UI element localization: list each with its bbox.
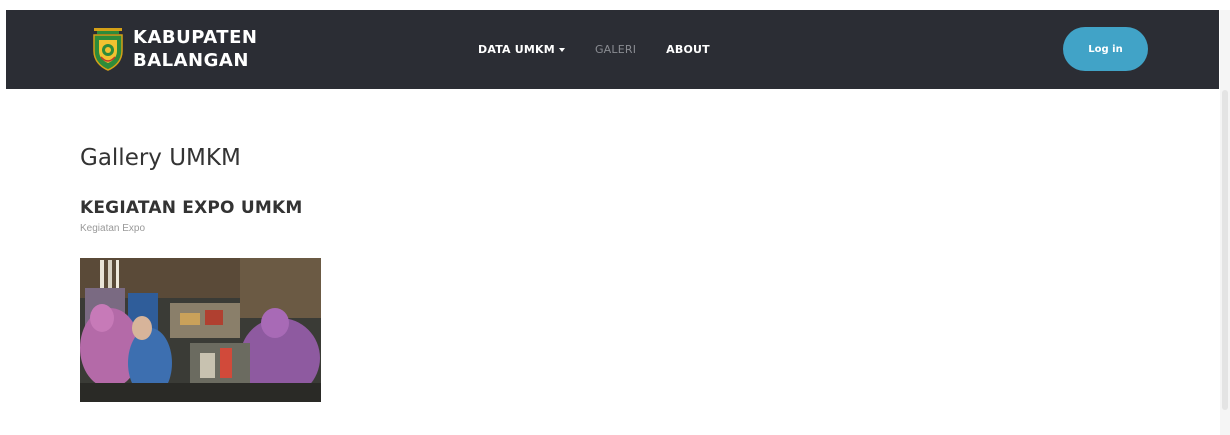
brand-name: KABUPATEN BALANGAN <box>133 26 257 72</box>
brand[interactable]: KABUPATEN BALANGAN <box>91 15 257 83</box>
page: KABUPATEN BALANGAN DATA UMKM GALERI ABOU… <box>0 0 1230 435</box>
page-title: Gallery UMKM <box>80 145 241 171</box>
nav-data-umkm[interactable]: DATA UMKM <box>478 43 565 56</box>
scrollbar-thumb[interactable] <box>1222 90 1228 410</box>
nav-galeri-label: GALERI <box>594 43 637 56</box>
nav-data-umkm-label: DATA UMKM <box>478 43 555 56</box>
gallery-item: KEGIATAN EXPO UMKM Kegiatan Expo <box>80 197 321 402</box>
login-button[interactable]: Log in <box>1063 27 1148 71</box>
nav-galeri[interactable]: GALERI <box>595 43 636 56</box>
nav-about[interactable]: ABOUT <box>666 43 710 56</box>
gallery-item-title: KEGIATAN EXPO UMKM <box>80 198 303 218</box>
brand-line-1: KABUPATEN <box>133 27 258 48</box>
brand-line-2: BALANGAN <box>133 50 249 71</box>
gallery-item-photo[interactable] <box>80 258 321 402</box>
main-nav: DATA UMKM GALERI ABOUT <box>478 10 710 89</box>
caret-down-icon <box>558 48 565 52</box>
top-navbar: KABUPATEN BALANGAN DATA UMKM GALERI ABOU… <box>6 10 1219 89</box>
nav-about-label: ABOUT <box>666 43 710 56</box>
kabupaten-balangan-emblem-icon <box>93 28 123 71</box>
page-scrollbar[interactable] <box>1220 10 1230 435</box>
gallery-item-subtitle: Kegiatan Expo <box>80 223 146 234</box>
gallery-content: Gallery UMKM KEGIATAN EXPO UMKM Kegiatan… <box>80 143 321 402</box>
